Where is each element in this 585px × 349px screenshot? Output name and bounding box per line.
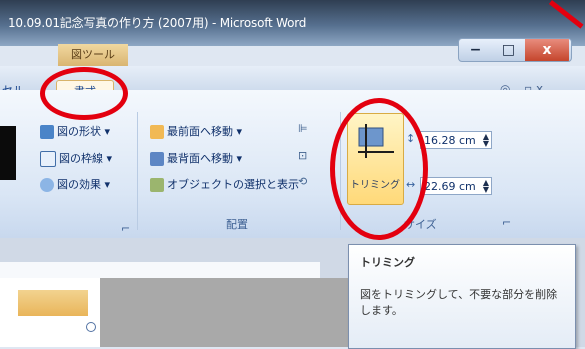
send-back-icon	[150, 152, 164, 166]
bring-front-icon	[150, 125, 164, 139]
effect-button[interactable]: 図の効果 ▾	[40, 176, 110, 192]
window-title: 10.09.01記念写真の作り方 (2007用) - Microsoft Wor…	[8, 16, 307, 30]
height-value: 16.28 cm	[424, 134, 476, 147]
effect-icon	[40, 178, 54, 192]
context-tab-picture-tools: 図ツール	[58, 44, 128, 66]
effect-label: 図の効果 ▾	[57, 178, 111, 191]
resize-handle[interactable]	[86, 322, 96, 332]
border-icon	[40, 151, 56, 167]
selection-pane-icon	[150, 178, 164, 192]
shape-icon	[40, 125, 54, 139]
picture-style-preview[interactable]	[0, 126, 16, 180]
width-value: 22.69 cm	[424, 180, 476, 193]
selection-pane-button[interactable]: オブジェクトの選択と表示	[150, 176, 299, 192]
rotate-icon[interactable]: ⟲	[298, 175, 307, 188]
group-separator	[137, 112, 138, 230]
width-spin-arrows[interactable]: ▲ ▼	[483, 179, 489, 194]
selection-pane-label: オブジェクトの選択と表示	[167, 178, 299, 191]
minimize-button[interactable]: −	[459, 39, 492, 61]
shape-button[interactable]: 図の形状 ▾	[40, 123, 110, 139]
send-to-back-button[interactable]: 最背面へ移動 ▾	[150, 150, 242, 166]
bring-to-front-button[interactable]: 最前面へ移動 ▾	[150, 123, 242, 139]
height-spin-arrows[interactable]: ▲ ▼	[483, 133, 489, 148]
border-button[interactable]: 図の枠線 ▾	[40, 150, 112, 167]
annotation-circle-crop	[330, 98, 428, 240]
border-label: 図の枠線 ▾	[59, 152, 113, 165]
arrange-group-label: 配置	[226, 218, 248, 231]
size-launcher[interactable]: ⌐	[502, 216, 511, 229]
send-back-label: 最背面へ移動 ▾	[167, 152, 243, 165]
picture-styles-launcher[interactable]: ⌐	[121, 222, 130, 235]
shape-label: 図の形状 ▾	[57, 125, 111, 138]
window-controls: − □ x	[458, 38, 572, 62]
tooltip-title: トリミング	[360, 256, 415, 269]
group-icon[interactable]: ⊡	[298, 149, 307, 162]
maximize-button[interactable]: □	[492, 39, 525, 61]
height-spinner[interactable]: 16.28 cm ▲ ▼	[420, 131, 492, 149]
width-spinner[interactable]: 22.69 cm ▲ ▼	[420, 177, 492, 195]
annotation-circle-format-tab	[40, 67, 128, 120]
close-button[interactable]: x	[525, 39, 569, 61]
align-icon[interactable]: ⊫	[298, 122, 308, 135]
tooltip-body: 図をトリミングして、不要な部分を削除します。	[360, 288, 558, 317]
selected-picture-strip[interactable]	[18, 290, 88, 316]
bring-front-label: 最前面へ移動 ▾	[167, 125, 243, 138]
horizontal-ruler[interactable]	[0, 262, 320, 279]
picture-placeholder[interactable]	[100, 278, 350, 347]
